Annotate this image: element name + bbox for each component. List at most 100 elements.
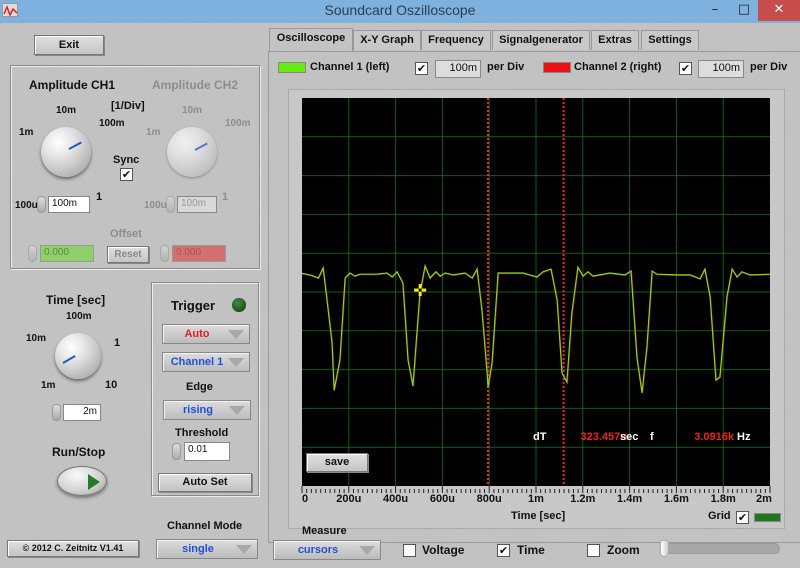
ch2-scale-10m: 10m xyxy=(182,105,203,116)
offset-ch1-spinner[interactable] xyxy=(28,245,37,262)
offset-ch2-spinner[interactable] xyxy=(160,245,169,262)
zoom-slider[interactable] xyxy=(660,540,780,557)
voltage-label: Voltage xyxy=(422,543,465,557)
tab-settings[interactable]: Settings xyxy=(641,30,699,50)
window-title: Soundcard Oszilloscope xyxy=(324,2,476,18)
chevron-down-icon xyxy=(228,358,244,367)
sync-label: Sync xyxy=(113,154,140,166)
ch2-amplitude-spinner[interactable] xyxy=(166,196,175,213)
amplitude-unit-label: [1/Div] xyxy=(111,100,145,112)
trigger-channel-dropdown[interactable]: Channel 1 xyxy=(162,352,250,372)
auto-set-button[interactable]: Auto Set xyxy=(158,473,252,492)
play-icon xyxy=(88,474,100,490)
ch1-amplitude-spinner[interactable] xyxy=(37,196,46,213)
exit-button[interactable]: Exit xyxy=(34,35,104,55)
chevron-down-icon xyxy=(236,545,252,554)
trigger-edge-dropdown[interactable]: rising xyxy=(163,400,251,420)
time-knob[interactable] xyxy=(55,333,101,379)
x-tick-label: 400u xyxy=(383,493,409,505)
dt-unit: sec xyxy=(620,431,639,443)
ch2-scale-100m: 100m xyxy=(225,118,251,129)
run-stop-button[interactable] xyxy=(57,466,107,496)
oscilloscope-plot[interactable] xyxy=(302,98,770,486)
x-tick-label: 1.4m xyxy=(617,493,643,505)
time-input[interactable]: 2m xyxy=(63,404,101,421)
knob-pointer xyxy=(68,141,82,150)
trigger-mode-dropdown[interactable]: Auto xyxy=(162,324,250,344)
time-scale-100m: 100m xyxy=(66,311,92,322)
edge-label: Edge xyxy=(186,381,213,393)
time-scale-10m: 10m xyxy=(26,333,47,344)
zoom-checkbox[interactable] xyxy=(587,544,600,557)
zoom-slider-handle[interactable] xyxy=(660,540,669,557)
amplitude-ch2-title: Amplitude CH2 xyxy=(152,78,239,92)
ch1-amplitude-input[interactable]: 100m xyxy=(48,196,90,213)
channel-mode-value: single xyxy=(182,543,214,555)
dt-label: dT xyxy=(533,431,547,443)
time-cursor-label: Time xyxy=(517,543,545,557)
x-tick-label: 1m xyxy=(528,493,544,505)
ch2-scale-100u: 100u xyxy=(144,200,167,211)
minimize-button[interactable]: – xyxy=(700,0,730,21)
trigger-mode-value: Auto xyxy=(184,328,210,340)
measure-mode-value: cursors xyxy=(297,544,339,556)
threshold-label: Threshold xyxy=(175,427,229,439)
channel-mode-label: Channel Mode xyxy=(167,520,243,532)
x-axis-title: Time [sec] xyxy=(511,510,566,522)
ch1-per-div-input[interactable]: 100m xyxy=(435,60,481,78)
ch2-per-div-input[interactable]: 100m xyxy=(698,60,744,78)
copyright-button[interactable]: © 2012 C. Zeitnitz V1.41 xyxy=(7,540,139,557)
offset-reset-button[interactable]: Reset xyxy=(107,246,149,263)
trigger-edge-value: rising xyxy=(183,404,213,416)
amplitude-ch2-knob[interactable] xyxy=(167,127,217,177)
trigger-led-icon xyxy=(232,298,246,312)
crosshair-center xyxy=(418,288,422,292)
threshold-input[interactable]: 0.01 xyxy=(184,442,230,461)
ch1-per-div-label: per Div xyxy=(487,61,525,73)
offset-ch2-input[interactable]: 0.000 xyxy=(172,245,226,262)
title-bar: Soundcard Oszilloscope – □ ✕ xyxy=(0,0,800,23)
ch1-scale-100u: 100u xyxy=(15,200,38,211)
amplitude-ch1-knob[interactable] xyxy=(41,127,91,177)
x-tick-label: 0 xyxy=(301,493,309,505)
x-axis-labels: 0 200u 400u 600u 800u 1m 1.2m 1.4m 1.6m 1.8m 2m xyxy=(301,493,772,507)
amplitude-ch1-title: Amplitude CH1 xyxy=(29,78,116,92)
grid-checkbox[interactable]: ✔ xyxy=(736,511,749,524)
x-tick-label: 800u xyxy=(476,493,502,505)
ch2-scale-1: 1 xyxy=(222,191,229,203)
maximize-button[interactable]: □ xyxy=(730,0,758,21)
ch2-amplitude-input[interactable]: 100m xyxy=(177,196,217,213)
time-scale-1m: 1m xyxy=(41,380,56,391)
tab-extras[interactable]: Extras xyxy=(591,30,639,50)
tab-frequency[interactable]: Frequency xyxy=(421,30,491,50)
ch2-per-div-label: per Div xyxy=(750,61,788,73)
sync-checkbox[interactable]: ✔ xyxy=(120,168,133,181)
ch2-color-swatch[interactable] xyxy=(543,62,571,73)
tab-xy-graph[interactable]: X-Y Graph xyxy=(353,30,421,50)
ch1-scale-10m: 10m xyxy=(56,105,77,116)
save-button[interactable]: save xyxy=(306,453,368,472)
tab-oscilloscope[interactable]: Oscilloscope xyxy=(269,28,353,51)
trigger-channel-value: Channel 1 xyxy=(170,356,224,368)
time-spinner[interactable] xyxy=(52,404,61,421)
f-value: 3.0916k xyxy=(694,431,734,443)
voltage-checkbox[interactable] xyxy=(403,544,416,557)
x-tick-label: 1.8m xyxy=(710,493,736,505)
ch1-enable-checkbox[interactable]: ✔ xyxy=(415,62,428,75)
knob-pointer xyxy=(62,355,76,364)
grid-color-swatch[interactable] xyxy=(754,513,781,522)
x-tick-label: 2m xyxy=(756,493,772,505)
offset-label: Offset xyxy=(110,228,142,240)
offset-ch1-input[interactable]: 0.000 xyxy=(40,245,94,262)
time-title: Time [sec] xyxy=(46,293,106,307)
ch1-color-swatch[interactable] xyxy=(278,62,306,73)
x-tick-label: 1.2m xyxy=(570,493,596,505)
threshold-spinner[interactable] xyxy=(172,443,181,460)
channel-mode-dropdown[interactable]: single xyxy=(156,539,258,559)
measure-mode-dropdown[interactable]: cursors xyxy=(273,540,381,560)
ch2-enable-checkbox[interactable]: ✔ xyxy=(679,62,692,75)
close-button[interactable]: ✕ xyxy=(758,0,800,21)
time-cursor-checkbox[interactable]: ✔ xyxy=(497,544,510,557)
tab-signalgenerator[interactable]: Signalgenerator xyxy=(492,30,590,50)
x-tick-label: 200u xyxy=(336,493,362,505)
